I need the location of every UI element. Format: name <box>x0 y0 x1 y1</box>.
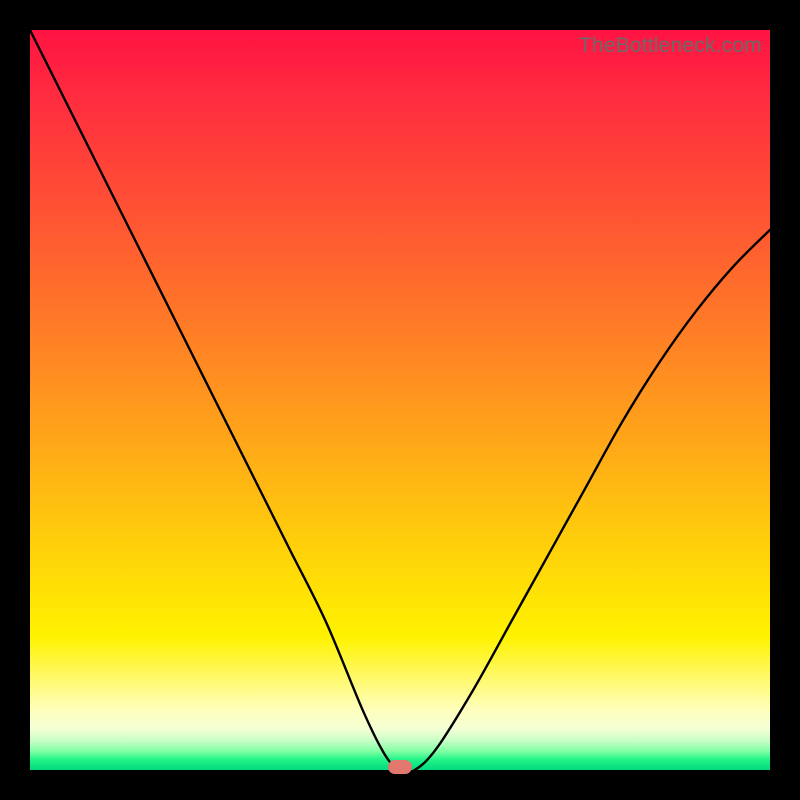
optimal-point-marker <box>388 760 412 774</box>
plot-area: TheBottleneck.com <box>30 30 770 770</box>
bottleneck-curve <box>30 30 770 770</box>
chart-frame: TheBottleneck.com <box>0 0 800 800</box>
